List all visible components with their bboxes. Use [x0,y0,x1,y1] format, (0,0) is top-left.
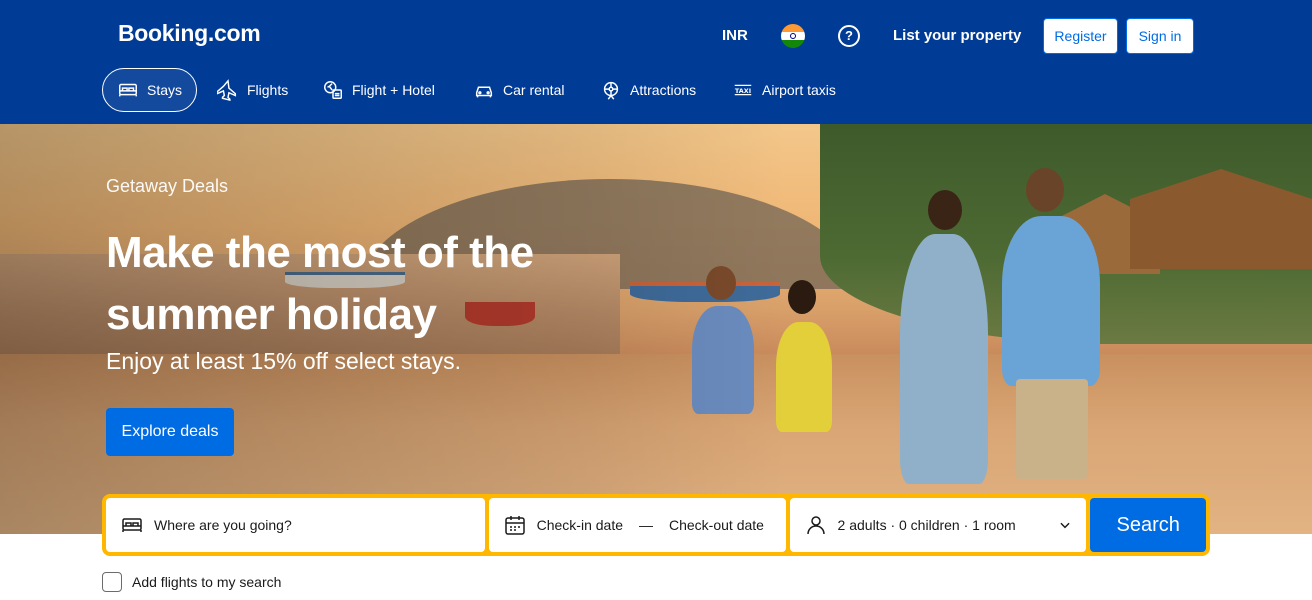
search-bar: Where are you going? Check-in date — Che… [102,494,1210,556]
hero-banner: Getaway Deals Make the most of the summe… [0,124,1312,534]
explore-deals-button[interactable]: Explore deals [106,408,234,456]
plane-icon [217,79,237,101]
tab-stays[interactable]: Stays [102,68,198,112]
destination-placeholder: Where are you going? [154,517,292,533]
tab-attractions-label: Attractions [630,82,697,98]
top-header: Booking.com INR ? List your property Reg… [0,0,1312,124]
add-flights-checkbox[interactable] [102,572,122,592]
flight-hotel-icon [324,81,342,99]
tab-attractions[interactable]: Attractions [586,68,710,112]
chevron-down-icon [1060,522,1071,529]
tab-flight-hotel-label: Flight + Hotel [352,82,435,98]
bed-icon [122,518,142,532]
bed-icon [119,83,137,97]
tab-airport-taxis[interactable]: TAXI Airport taxis [718,68,850,112]
checkin-label: Check-in date [536,517,623,533]
tab-airport-taxis-label: Airport taxis [762,82,836,98]
person-icon [806,516,825,535]
tab-flights[interactable]: Flights [203,68,302,112]
tab-flights-label: Flights [247,82,289,98]
guests-field[interactable]: 2 adults · 0 children · 1 room [789,498,1087,552]
sign-in-button[interactable]: Sign in [1126,18,1194,54]
currency-selector[interactable]: INR [722,27,748,44]
search-button[interactable]: Search [1090,498,1206,552]
hero-eyebrow: Getaway Deals [106,176,229,196]
help-icon[interactable]: ? [838,25,860,47]
hero-headline: Make the most of the summer holiday [106,228,534,339]
hero-subline: Enjoy at least 15% off select stays. [106,348,461,374]
taxi-icon: TAXI [734,84,752,96]
tab-flight-hotel[interactable]: Flight + Hotel [308,68,449,112]
calendar-icon [504,516,525,535]
india-flag-icon[interactable] [781,24,805,48]
tab-car-rental[interactable]: Car rental [459,68,578,112]
svg-text:TAXI: TAXI [735,87,751,95]
destination-field[interactable]: Where are you going? [106,498,485,552]
add-flights-label: Add flights to my search [132,574,282,590]
tab-stays-label: Stays [147,82,183,98]
guests-summary: 2 adults · 0 children · 1 room [837,517,1016,533]
car-icon [475,86,493,98]
booking-logo[interactable]: Booking.com [118,20,261,47]
attractions-icon [603,81,619,100]
register-button[interactable]: Register [1043,18,1118,54]
list-property-link[interactable]: List your property [893,27,1021,44]
tab-car-rental-label: Car rental [503,82,565,98]
checkout-label: Check-out date [669,517,764,533]
date-separator: — [639,517,653,533]
add-flights-option[interactable]: Add flights to my search [102,572,281,592]
dates-field[interactable]: Check-in date — Check-out date [488,498,786,552]
